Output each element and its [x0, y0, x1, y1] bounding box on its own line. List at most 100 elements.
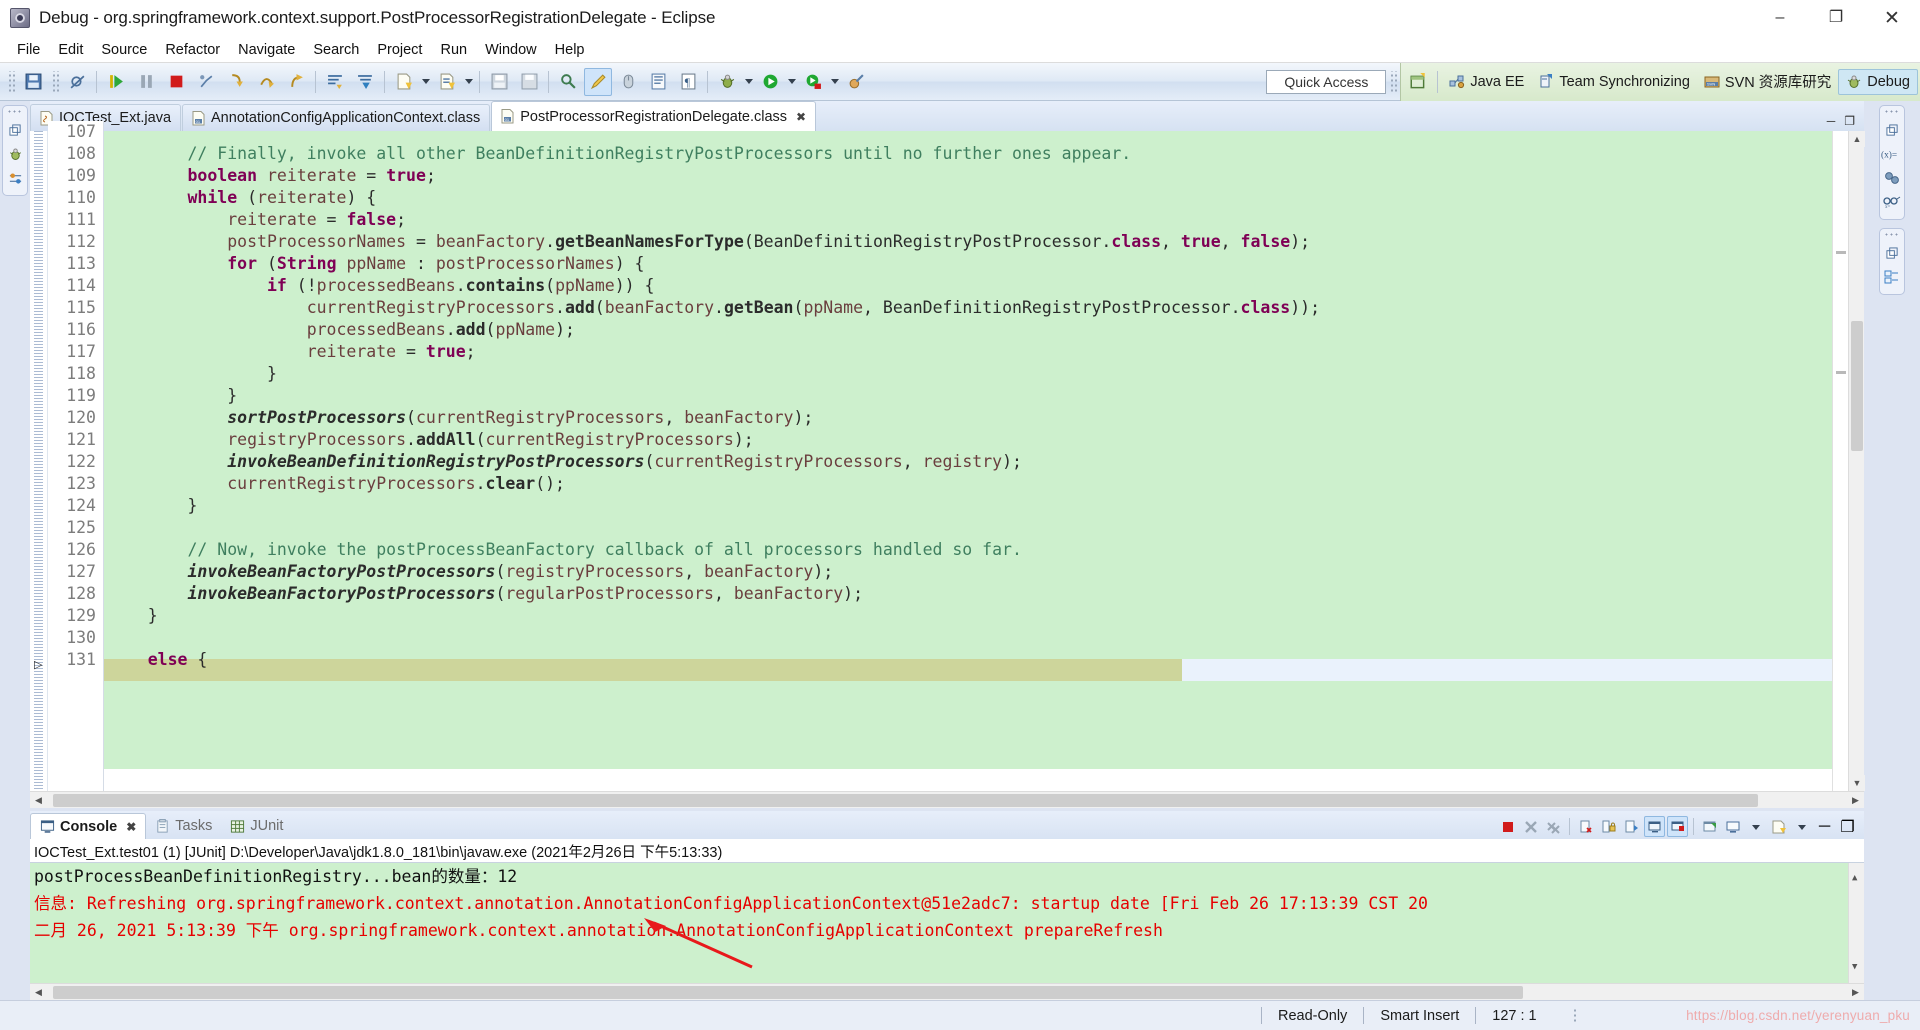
- editor-vertical-scrollbar[interactable]: ▲ ▼: [1848, 131, 1865, 791]
- run-coverage-icon[interactable]: [799, 68, 827, 96]
- perspective-java-ee[interactable]: Java EE: [1442, 70, 1531, 94]
- menu-source[interactable]: Source: [92, 40, 156, 60]
- step-into-icon[interactable]: [222, 68, 250, 96]
- menu-run[interactable]: Run: [431, 40, 476, 60]
- remove-launch-icon[interactable]: [1520, 816, 1541, 837]
- new-class-icon[interactable]: [433, 68, 461, 96]
- scroll-right-icon[interactable]: ▶: [1847, 792, 1864, 809]
- show-when-stdout-icon[interactable]: [1621, 816, 1642, 837]
- menu-edit[interactable]: Edit: [49, 40, 92, 60]
- debug-dropdown-arrow-icon[interactable]: [742, 68, 755, 96]
- editor-tab-postprocessor[interactable]: 01 PostProcessorRegistrationDelegate.cla…: [491, 101, 817, 131]
- open-console-icon[interactable]: [1699, 816, 1720, 837]
- perspective-svn-repository[interactable]: SVN SVN 资源库研究: [1697, 67, 1838, 96]
- editor-hscroll-thumb[interactable]: [53, 793, 1758, 807]
- expand-frames-icon[interactable]: [351, 68, 379, 96]
- print-icon[interactable]: [515, 68, 543, 96]
- display-selected-console-icon[interactable]: [1667, 816, 1688, 837]
- new-console-view-icon[interactable]: [1722, 816, 1743, 837]
- collapse-all-icon[interactable]: [321, 68, 349, 96]
- scroll-up-icon[interactable]: ▲: [1852, 865, 1857, 892]
- menu-file[interactable]: File: [8, 40, 49, 60]
- scroll-left-icon[interactable]: ◀: [30, 792, 47, 809]
- outline-view-icon[interactable]: [1881, 265, 1903, 289]
- minimize-button[interactable]: –: [1752, 0, 1808, 36]
- restore-icon[interactable]: [1881, 241, 1903, 265]
- restore-icon[interactable]: [1881, 118, 1903, 142]
- scroll-right-icon[interactable]: ▶: [1847, 984, 1864, 1001]
- run-dropdown-arrow-icon[interactable]: [785, 68, 798, 96]
- step-return-icon[interactable]: [282, 68, 310, 96]
- menu-project[interactable]: Project: [368, 40, 431, 60]
- console-view-icon[interactable]: [644, 68, 672, 96]
- console-horizontal-scrollbar[interactable]: ◀ ▶: [30, 983, 1864, 1000]
- menu-window[interactable]: Window: [476, 40, 546, 60]
- code-viewport[interactable]: // Finally, invoke all other BeanDefinit…: [104, 131, 1832, 791]
- console-tab-junit[interactable]: JUnit: [221, 813, 292, 839]
- expressions-view-icon[interactable]: x=: [1881, 190, 1903, 214]
- status-insert-mode[interactable]: Smart Insert: [1380, 1008, 1459, 1024]
- console-hscroll-track[interactable]: [47, 984, 1847, 1001]
- new-console-dropdown-arrow-icon[interactable]: [1745, 816, 1766, 837]
- console-maximize-button[interactable]: ❐: [1837, 816, 1858, 837]
- suspend-icon[interactable]: [132, 68, 160, 96]
- restore-icon[interactable]: [4, 118, 26, 142]
- console-output[interactable]: postProcessBeanDefinitionRegistry...bean…: [30, 863, 1864, 983]
- source-code[interactable]: // Finally, invoke all other BeanDefinit…: [104, 131, 1832, 671]
- new-dropdown-arrow-icon[interactable]: [419, 68, 432, 96]
- console-minimize-button[interactable]: ─: [1814, 816, 1835, 837]
- scroll-left-icon[interactable]: ◀: [30, 984, 47, 1001]
- perspective-team-synchronizing[interactable]: Team Synchronizing: [1531, 70, 1697, 94]
- close-button[interactable]: ✕: [1864, 0, 1920, 36]
- open-console-menu-icon[interactable]: [1768, 816, 1789, 837]
- variables-view-icon[interactable]: (x)=: [1881, 142, 1903, 166]
- new-class-dropdown-arrow-icon[interactable]: [462, 68, 475, 96]
- scroll-up-icon[interactable]: ▲: [1849, 131, 1865, 147]
- pin-console-icon[interactable]: [1644, 816, 1665, 837]
- close-icon[interactable]: ✖: [796, 110, 806, 124]
- status-grip[interactable]: [1572, 1007, 1577, 1024]
- editor-tab-annotationconfig[interactable]: 01 AnnotationConfigApplicationContext.cl…: [182, 104, 491, 131]
- quick-access-input[interactable]: Quick Access: [1266, 69, 1387, 94]
- mouse-icon[interactable]: [614, 68, 642, 96]
- maximize-button[interactable]: ❐: [1808, 0, 1864, 36]
- run-icon[interactable]: [756, 68, 784, 96]
- paragraph-icon[interactable]: ¶: [674, 68, 702, 96]
- scroll-down-icon[interactable]: ▼: [1849, 775, 1865, 791]
- debug-view-icon[interactable]: [4, 142, 26, 166]
- editor-horizontal-scrollbar[interactable]: ◀ ▶: [30, 791, 1864, 808]
- disconnect-icon[interactable]: [192, 68, 220, 96]
- marker-icon[interactable]: [584, 67, 612, 96]
- save-icon[interactable]: [19, 68, 47, 96]
- console-hscroll-thumb[interactable]: [53, 985, 1523, 999]
- new-icon[interactable]: [390, 68, 418, 96]
- editor-marker-column[interactable]: ▷: [30, 131, 48, 791]
- console-tab-tasks[interactable]: Tasks: [146, 813, 221, 839]
- run-coverage-dropdown-arrow-icon[interactable]: [828, 68, 841, 96]
- remove-all-terminated-icon[interactable]: [1543, 816, 1564, 837]
- perspective-grip[interactable]: [1389, 70, 1398, 93]
- rail-drag-dots[interactable]: [7, 109, 23, 115]
- clear-console-icon[interactable]: [1575, 816, 1596, 837]
- debug-icon[interactable]: [713, 68, 741, 96]
- rail-drag-dots[interactable]: [1884, 109, 1900, 115]
- overview-ruler[interactable]: [1832, 131, 1848, 791]
- editor-hscroll-track[interactable]: [47, 792, 1847, 809]
- console-tab-console[interactable]: Console ✖: [30, 813, 147, 839]
- external-tools-icon[interactable]: [842, 68, 870, 96]
- rail-drag-dots[interactable]: [1884, 232, 1900, 238]
- editor-minimize-button[interactable]: ─: [1827, 114, 1836, 128]
- toolbar-grip-2[interactable]: [51, 70, 59, 93]
- terminate-icon[interactable]: [1497, 816, 1518, 837]
- resume-icon[interactable]: [102, 68, 130, 96]
- breakpoints-dot-icon[interactable]: [1881, 166, 1903, 190]
- perspective-debug[interactable]: Debug: [1838, 68, 1918, 95]
- terminate-icon[interactable]: [162, 68, 190, 96]
- menu-refactor[interactable]: Refactor: [156, 40, 229, 60]
- scroll-lock-icon[interactable]: [1598, 816, 1619, 837]
- console-vertical-scrollbar[interactable]: ▲ ▼: [1848, 863, 1864, 983]
- toolbar-grip[interactable]: [7, 70, 15, 93]
- menu-navigate[interactable]: Navigate: [229, 40, 304, 60]
- editor-maximize-button[interactable]: ❐: [1844, 114, 1855, 128]
- skip-breakpoints-icon[interactable]: [63, 68, 91, 96]
